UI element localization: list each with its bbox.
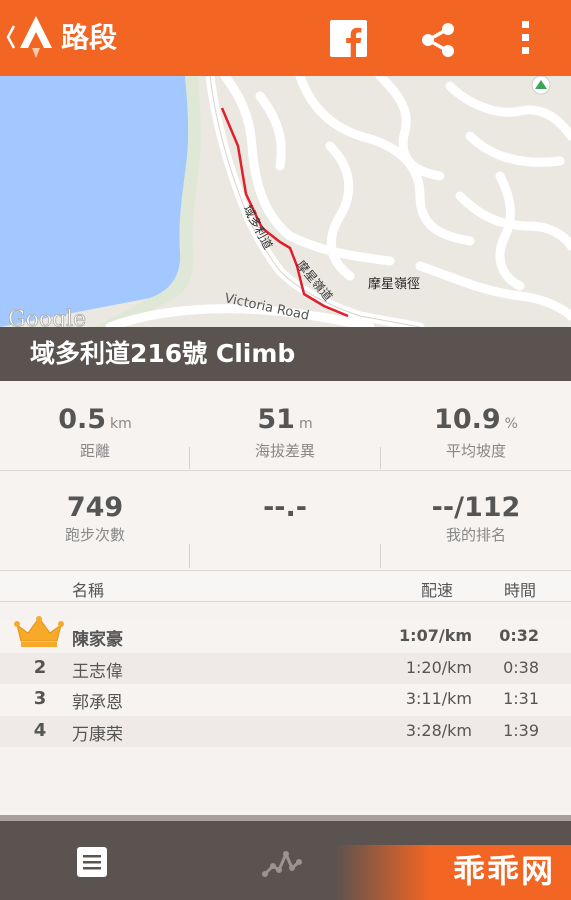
stat-value: 51 <box>257 404 295 435</box>
segment-title-bar: 域多利道216號 Climb <box>0 327 571 381</box>
divider <box>0 470 571 471</box>
divider <box>189 544 190 568</box>
map-label-mt-davis-path: 摩星嶺徑 <box>368 276 420 292</box>
column-header-name: 名稱 <box>72 581 105 600</box>
leaderboard-row[interactable]: 陳家豪 1:07/km 0:32 <box>0 616 571 652</box>
segment-stats: 0.5 km 距離 51 m 海拔差異 10.9% 平均坡度 749 跑步次數 --… <box>0 381 571 570</box>
divider <box>380 544 381 568</box>
leaderboard-row[interactable]: 2 王志偉 1:20/km 0:38 <box>0 653 571 684</box>
stat-elevation-difference: 51 m 海拔差異 <box>190 403 380 461</box>
athlete-rank: 3 <box>33 688 47 709</box>
stat-my-rank: --/112 我的排名 <box>381 491 571 545</box>
athlete-time: 0:32 <box>499 626 539 645</box>
column-header-pace: 配速 <box>421 581 454 600</box>
stat-label: 我的排名 <box>445 526 506 544</box>
segment-title: 域多利道216號 Climb <box>30 339 296 368</box>
divider <box>189 447 190 469</box>
divider <box>380 447 381 469</box>
activity-graph-icon[interactable] <box>262 848 302 880</box>
watermark-text: 乖乖网 <box>453 852 556 890</box>
stat-label: 距離 <box>79 442 110 460</box>
stat-average-grade: 10.9% 平均坡度 <box>381 403 571 461</box>
segment-map[interactable]: 域多利道 摩星嶺道 摩星嶺徑 Victoria Road Google <box>0 71 571 332</box>
column-header-time: 時間 <box>504 581 537 600</box>
athlete-rank: 2 <box>33 657 47 678</box>
stat-label: 跑步次數 <box>64 526 125 544</box>
back-chevron-icon[interactable] <box>6 22 16 52</box>
google-attribution: Google <box>8 307 86 327</box>
stat-value: --.- <box>263 492 307 523</box>
stat-label: 平均坡度 <box>445 442 506 460</box>
athlete-name[interactable]: 王志偉 <box>72 657 123 682</box>
athlete-name[interactable]: 万康荣 <box>72 720 123 745</box>
stat-run-count: 749 跑步次數 <box>0 491 190 545</box>
athlete-rank: 4 <box>33 720 47 741</box>
more-vert-icon[interactable] <box>516 18 536 58</box>
list-icon[interactable] <box>76 846 108 878</box>
stat-value: --/112 <box>431 492 521 523</box>
athlete-time: 1:39 <box>503 721 539 740</box>
athlete-pace: 1:20/km <box>405 658 472 677</box>
app-bar: 路段 <box>0 0 571 76</box>
athlete-time: 0:38 <box>503 658 539 677</box>
stat-value: 749 <box>66 492 124 523</box>
stat-unit: km <box>110 416 132 432</box>
athlete-name[interactable]: 郭承恩 <box>72 688 123 713</box>
athlete-time: 1:31 <box>503 689 539 708</box>
facebook-icon[interactable] <box>330 20 367 57</box>
athlete-name[interactable]: 陳家豪 <box>72 625 123 650</box>
share-icon[interactable] <box>418 20 458 60</box>
stat-unit: % <box>504 416 518 432</box>
stat-label: 海拔差異 <box>254 442 315 460</box>
athlete-pace: 1:07/km <box>399 626 472 645</box>
leaderboard-header: 名稱 配速 時間 <box>0 570 571 602</box>
crown-icon <box>14 616 64 647</box>
athlete-pace: 3:11/km <box>405 689 472 708</box>
stat-unit: m <box>298 416 313 432</box>
stat-value: 10.9 <box>434 404 501 435</box>
page-title: 路段 <box>61 21 118 54</box>
stat-distance: 0.5 km 距離 <box>0 403 190 461</box>
map-canvas: 域多利道 摩星嶺道 摩星嶺徑 Victoria Road Google <box>0 71 571 332</box>
strava-logo-icon[interactable] <box>18 14 54 62</box>
stat-value: 0.5 <box>58 404 107 435</box>
leaderboard-row[interactable]: 3 郭承恩 3:11/km 1:31 <box>0 684 571 715</box>
athlete-pace: 3:28/km <box>405 721 472 740</box>
leaderboard-row[interactable]: 4 万康荣 3:28/km 1:39 <box>0 716 571 747</box>
stat-personal-best: --.- <box>190 491 380 525</box>
